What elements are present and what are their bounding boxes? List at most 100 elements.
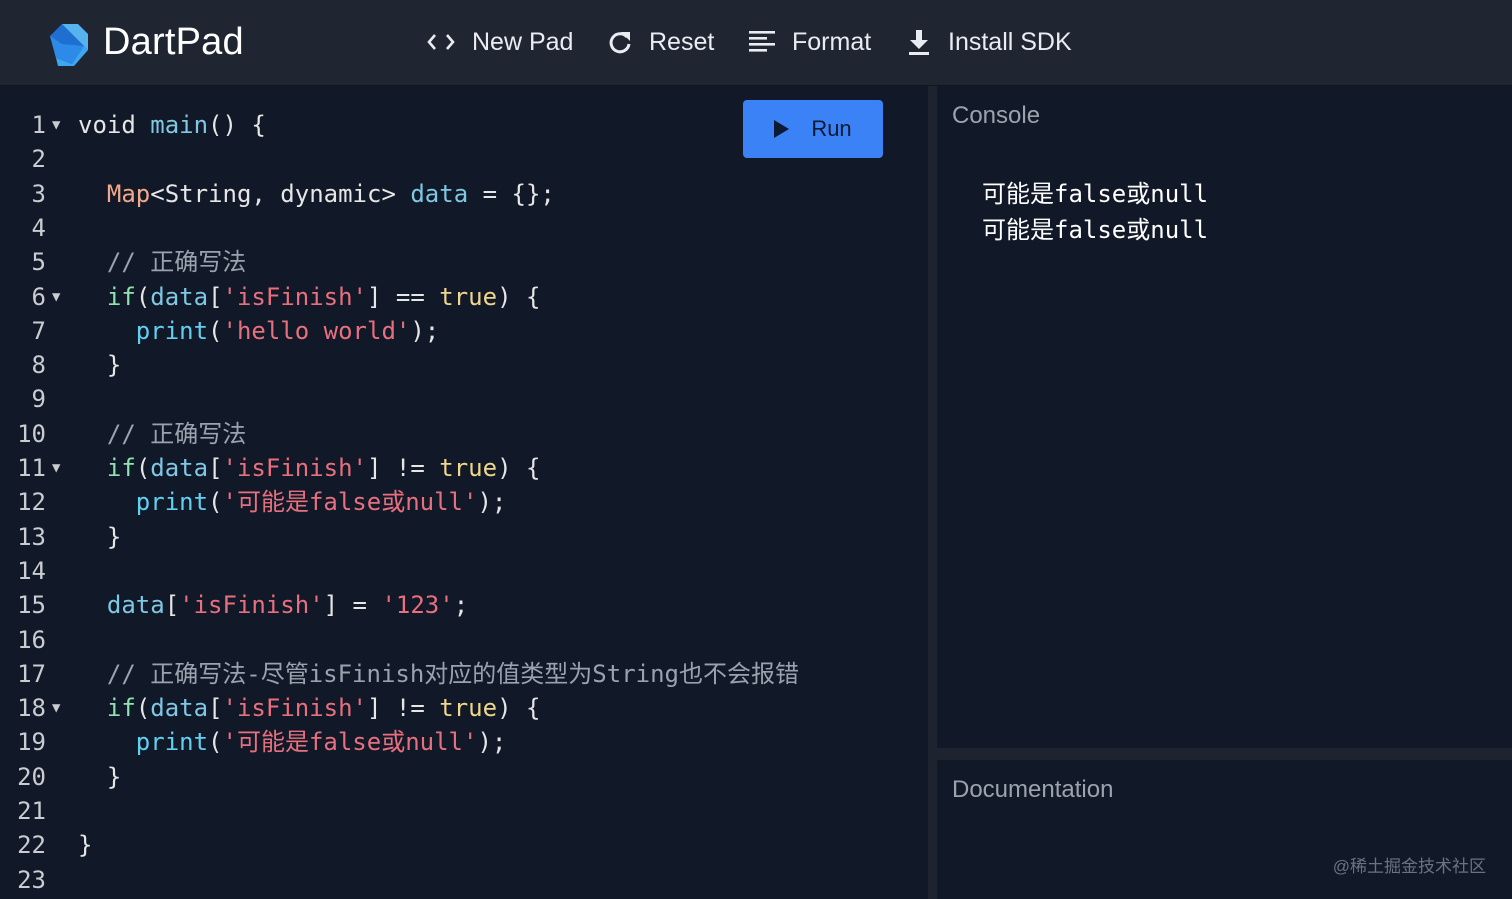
line-number: 1 ▼ xyxy=(0,108,72,142)
code-line[interactable]: // 正确写法 xyxy=(78,245,246,279)
code-token: main xyxy=(150,111,209,139)
code-token: ] != xyxy=(367,454,440,482)
line-number: 15 xyxy=(0,588,72,622)
line-number-text: 10 xyxy=(17,419,46,448)
code-token: ) { xyxy=(497,454,541,482)
code-token: ); xyxy=(477,488,507,517)
code-token: ( xyxy=(208,316,223,345)
line-number: 16 xyxy=(0,623,72,657)
code-line[interactable]: data['isFinish'] = '123'; xyxy=(78,588,468,622)
code-token: ( xyxy=(135,694,151,723)
code-token: ( xyxy=(135,454,151,482)
code-token: print xyxy=(135,728,209,757)
code-token: ( xyxy=(208,488,223,517)
refresh-icon xyxy=(607,29,633,55)
code-line[interactable]: } xyxy=(78,348,121,382)
console-panel: Console 可能是false或null 可能是false或null xyxy=(937,86,1512,748)
line-number-text: 16 xyxy=(17,625,46,654)
line-number-text: 13 xyxy=(17,522,46,551)
code-line[interactable]: print('可能是false或null'); xyxy=(78,725,507,759)
dart-logo-icon xyxy=(50,24,88,66)
code-line[interactable]: print('可能是false或null'); xyxy=(78,485,507,519)
fold-toggle-icon[interactable]: ▼ xyxy=(52,691,60,725)
format-button[interactable]: Format xyxy=(748,22,871,62)
code-token: void xyxy=(78,111,151,139)
format-label: Format xyxy=(792,27,872,56)
reset-label: Reset xyxy=(649,27,715,56)
line-number: 4 xyxy=(0,211,72,245)
code-token: 'isFinish' xyxy=(222,454,368,482)
vertical-splitter[interactable] xyxy=(928,86,937,899)
code-token: if xyxy=(106,282,136,311)
line-number: 17 xyxy=(0,657,72,691)
code-token: print xyxy=(135,316,209,345)
code-line[interactable]: } xyxy=(78,828,92,862)
code-token: Map xyxy=(106,179,151,208)
code-line[interactable]: print('hello world'); xyxy=(78,314,439,348)
code-editor[interactable]: 1 ▼ 2 3 4 5 6 ▼ 7 8 9 10 11 ▼ 12 13 14 15 16 17 18 ▼ 19 20 21 22 2… xyxy=(0,86,928,899)
run-button[interactable]: Run xyxy=(743,100,883,158)
line-number: 8 xyxy=(0,348,72,382)
code-line[interactable]: // 正确写法 xyxy=(78,417,246,451)
reset-button[interactable]: Reset xyxy=(607,22,714,62)
code-line[interactable]: void main() { xyxy=(78,108,266,142)
line-number-text: 4 xyxy=(31,213,46,242)
horizontal-splitter[interactable] xyxy=(937,748,1512,760)
line-number: 23 xyxy=(0,863,72,897)
line-number: 20 xyxy=(0,760,72,794)
code-token: data xyxy=(150,282,209,311)
line-number-text: 1 xyxy=(31,111,46,139)
code-token: '可能是false或null' xyxy=(222,488,478,517)
app-header: DartPad New Pad Reset Format Install SDK xyxy=(0,0,1512,86)
code-token: ] != xyxy=(367,694,440,723)
code-line[interactable]: if(data['isFinish'] == true) { xyxy=(78,280,541,314)
code-token: 'isFinish' xyxy=(222,282,368,311)
fold-toggle-icon[interactable]: ▼ xyxy=(52,280,60,314)
code-token: <String, dynamic> xyxy=(150,179,411,208)
line-number-text: 9 xyxy=(31,385,46,414)
code-token: '可能是false或null' xyxy=(222,728,478,757)
console-output-line: 可能是false或null xyxy=(982,216,1209,244)
watermark: @稀土掘金技术社区 xyxy=(1332,857,1486,876)
code-line[interactable]: if(data['isFinish'] != true) { xyxy=(78,451,541,485)
line-number: 5 xyxy=(0,245,72,279)
line-number-text: 6 xyxy=(31,282,46,311)
new-pad-label: New Pad xyxy=(472,27,574,56)
line-number-gutter: 1 ▼ 2 3 4 5 6 ▼ 7 8 9 10 11 ▼ 12 13 14 15 16 17 18 ▼ 19 20 21 22 2… xyxy=(0,86,72,899)
code-token: 'isFinish' xyxy=(222,694,368,723)
code-token: ] = xyxy=(323,591,382,620)
line-number-text: 12 xyxy=(17,488,46,517)
code-brackets-icon xyxy=(426,31,456,53)
fold-toggle-icon[interactable]: ▼ xyxy=(52,108,60,142)
line-number: 11 ▼ xyxy=(0,451,72,485)
install-sdk-button[interactable]: Install SDK xyxy=(906,22,1072,62)
new-pad-button[interactable]: New Pad xyxy=(426,22,573,62)
code-area[interactable]: void main() { Map<String, dynamic> data … xyxy=(78,86,918,899)
code-line[interactable]: } xyxy=(78,760,121,794)
code-line[interactable]: if(data['isFinish'] != true) { xyxy=(78,691,541,725)
code-line[interactable]: // 正确写法-尽管isFinish对应的值类型为String也不会报错 xyxy=(78,657,799,691)
fold-toggle-icon[interactable]: ▼ xyxy=(52,451,60,485)
line-number-text: 5 xyxy=(31,248,46,277)
line-number-text: 15 xyxy=(17,591,46,620)
code-token: ); xyxy=(477,728,507,757)
line-number: 14 xyxy=(0,554,72,588)
line-number-text: 7 xyxy=(31,316,46,345)
line-number: 12 xyxy=(0,485,72,519)
line-number-text: 3 xyxy=(31,179,46,208)
code-line[interactable]: Map<String, dynamic> data = {}; xyxy=(78,177,555,211)
code-line[interactable]: } xyxy=(78,520,121,554)
line-number: 21 xyxy=(0,794,72,828)
line-number-text: 2 xyxy=(31,145,46,174)
line-number-text: 22 xyxy=(17,831,46,860)
code-token: if xyxy=(106,694,136,723)
code-token: // 正确写法 xyxy=(106,248,247,277)
code-token: ( xyxy=(208,728,223,757)
code-token: data xyxy=(150,694,209,723)
app-title: DartPad xyxy=(103,21,244,63)
code-token: ); xyxy=(410,316,440,345)
play-icon xyxy=(774,120,790,138)
